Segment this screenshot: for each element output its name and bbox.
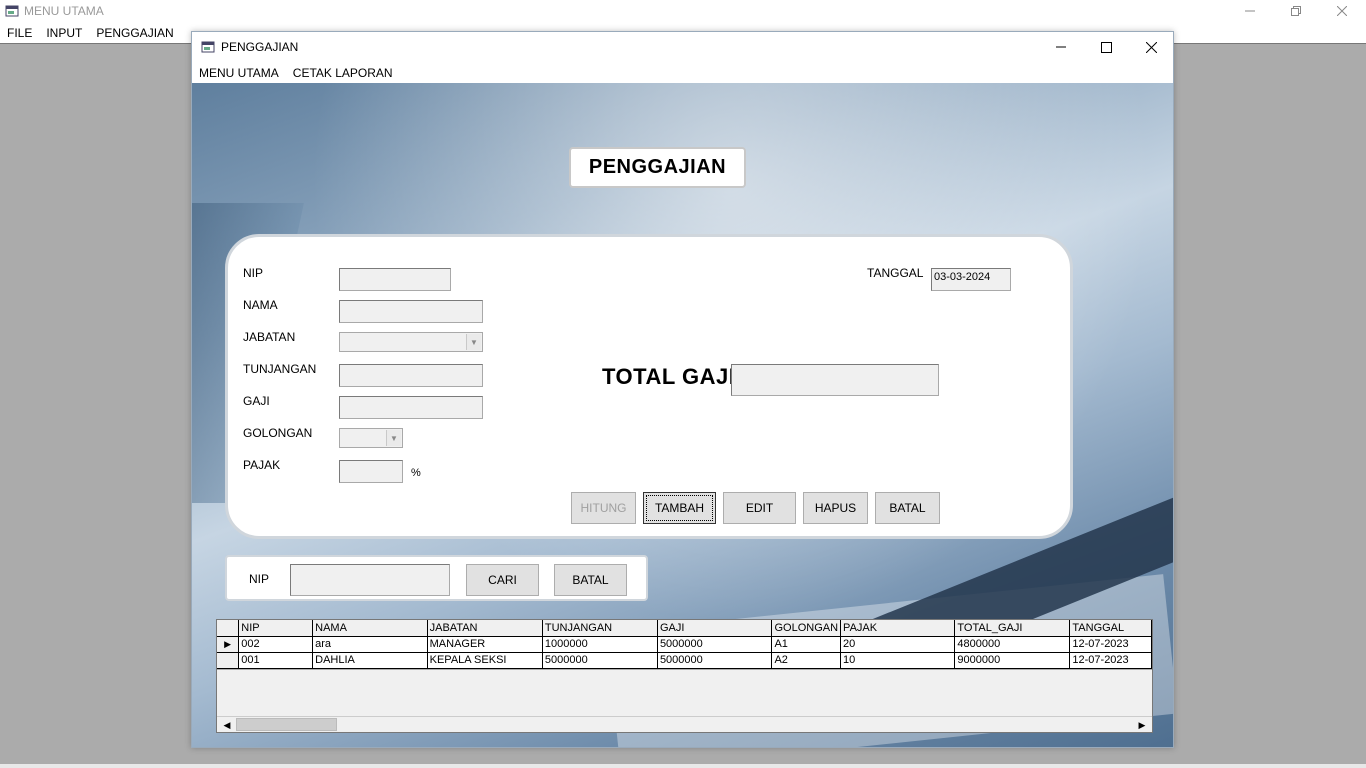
nama-label: NAMA (243, 298, 278, 312)
grid-corner (217, 620, 240, 637)
payroll-data-grid[interactable]: NIP NAMA JABATAN TUNJANGAN GAJI GOLONGAN… (216, 619, 1153, 733)
tambah-button[interactable]: TAMBAH (643, 492, 716, 524)
tanggal-label: TANGGAL (867, 266, 924, 280)
chevron-down-icon[interactable]: ▼ (466, 334, 481, 350)
cell-golongan[interactable]: A1 (771, 636, 842, 653)
page-title: PENGGAJIAN (569, 147, 746, 188)
child-maximize-button[interactable] (1083, 32, 1129, 62)
outer-minimize-button[interactable] (1227, 0, 1273, 22)
table-row[interactable]: 001 DAHLIA KEPALA SEKSI 5000000 5000000 … (217, 652, 1152, 669)
menu-cetak-laporan[interactable]: CETAK LAPORAN (286, 66, 400, 80)
column-header-gaji[interactable]: GAJI (657, 620, 773, 637)
child-close-button[interactable] (1128, 32, 1174, 62)
search-panel: NIP CARI BATAL (225, 555, 648, 601)
gaji-label: GAJI (243, 394, 270, 408)
chevron-down-icon[interactable]: ▼ (386, 430, 401, 446)
percent-label: % (411, 467, 421, 479)
payroll-form-panel: NIP NAMA JABATAN ▼ TUNJANGAN GAJI GOLONG… (225, 234, 1073, 539)
column-header-golongan[interactable]: GOLONGAN (771, 620, 842, 637)
column-header-total-gaji[interactable]: TOTAL_GAJI (954, 620, 1071, 637)
search-nip-label: NIP (249, 572, 270, 586)
app-window-icon (201, 41, 215, 53)
cell-pajak[interactable]: 10 (840, 652, 956, 669)
menu-penggajian[interactable]: PENGGAJIAN (89, 26, 180, 40)
close-icon (1337, 6, 1347, 16)
row-selector[interactable] (217, 652, 240, 669)
app-window-icon (5, 5, 19, 17)
cell-total-gaji[interactable]: 9000000 (954, 652, 1071, 669)
menu-file[interactable]: FILE (0, 26, 39, 40)
child-minimize-button[interactable] (1038, 32, 1084, 62)
edit-button[interactable]: EDIT (723, 492, 796, 524)
scroll-right-icon[interactable]: ▶ (1134, 717, 1150, 732)
tunjangan-label: TUNJANGAN (243, 362, 317, 376)
child-window-title: PENGGAJIAN (221, 40, 299, 54)
menu-input[interactable]: INPUT (39, 26, 89, 40)
nip-field[interactable] (339, 268, 451, 291)
minimize-icon (1056, 46, 1066, 48)
horizontal-scrollbar[interactable]: ◀ ▶ (217, 716, 1152, 732)
maximize-icon (1100, 41, 1112, 53)
total-gaji-field[interactable] (731, 364, 939, 396)
scrollbar-thumb[interactable] (236, 718, 337, 731)
column-header-tunjangan[interactable]: TUNJANGAN (542, 620, 658, 637)
cell-tunjangan[interactable]: 5000000 (542, 652, 658, 669)
cell-pajak[interactable]: 20 (840, 636, 956, 653)
scroll-left-icon[interactable]: ◀ (219, 717, 235, 732)
nip-label: NIP (243, 266, 264, 280)
child-title-bar: PENGGAJIAN (192, 32, 1173, 62)
cell-nip[interactable]: 002 (238, 636, 314, 653)
child-menu-bar: MENU UTAMA CETAK LAPORAN (192, 62, 1173, 83)
golongan-label: GOLONGAN (243, 426, 313, 440)
column-header-nip[interactable]: NIP (238, 620, 314, 637)
jabatan-label: JABATAN (243, 330, 296, 344)
cell-tanggal[interactable]: 12-07-2023 (1069, 652, 1152, 669)
hapus-button[interactable]: HAPUS (803, 492, 868, 524)
golongan-select[interactable]: ▼ (339, 428, 403, 448)
minimize-icon (1245, 10, 1255, 12)
grid-table: NIP NAMA JABATAN TUNJANGAN GAJI GOLONGAN… (217, 620, 1152, 669)
total-gaji-label: TOTAL GAJI (602, 364, 736, 389)
batal-button[interactable]: BATAL (875, 492, 940, 524)
outer-title-bar: MENU UTAMA (0, 0, 1366, 22)
cell-nama[interactable]: ara (312, 636, 428, 653)
pajak-label: PAJAK (243, 458, 281, 472)
pajak-field[interactable] (339, 460, 403, 483)
hitung-button[interactable]: HITUNG (571, 492, 636, 524)
outer-window-title: MENU UTAMA (24, 4, 104, 18)
cari-button[interactable]: CARI (466, 564, 539, 596)
outer-restore-button[interactable] (1273, 0, 1319, 22)
cell-gaji[interactable]: 5000000 (657, 636, 773, 653)
nama-field[interactable] (339, 300, 483, 323)
grid-header-row: NIP NAMA JABATAN TUNJANGAN GAJI GOLONGAN… (217, 620, 1152, 637)
cell-nama[interactable]: DAHLIA (312, 652, 428, 669)
column-header-pajak[interactable]: PAJAK (840, 620, 956, 637)
cell-tunjangan[interactable]: 1000000 (542, 636, 658, 653)
cell-jabatan[interactable]: KEPALA SEKSI (427, 652, 543, 669)
tanggal-field[interactable]: 03-03-2024 (931, 268, 1011, 291)
row-pointer-icon[interactable]: ▶ (217, 636, 240, 653)
menu-menu-utama[interactable]: MENU UTAMA (192, 66, 286, 80)
tunjangan-field[interactable] (339, 364, 483, 387)
cell-jabatan[interactable]: MANAGER (427, 636, 543, 653)
cell-nip[interactable]: 001 (238, 652, 314, 669)
restore-icon (1291, 6, 1301, 16)
cell-total-gaji[interactable]: 4800000 (954, 636, 1071, 653)
close-icon (1145, 41, 1157, 53)
search-nip-input[interactable] (290, 564, 450, 596)
gaji-field[interactable] (339, 396, 483, 419)
penggajian-window: PENGGAJIAN MENU UTAMA CETAK LAPORAN PENG… (191, 31, 1174, 748)
cell-gaji[interactable]: 5000000 (657, 652, 773, 669)
cell-tanggal[interactable]: 12-07-2023 (1069, 636, 1152, 653)
cell-golongan[interactable]: A2 (771, 652, 842, 669)
column-header-nama[interactable]: NAMA (312, 620, 428, 637)
outer-close-button[interactable] (1319, 0, 1365, 22)
jabatan-select[interactable]: ▼ (339, 332, 483, 352)
bottom-strip (0, 764, 1366, 768)
search-batal-button[interactable]: BATAL (554, 564, 627, 596)
column-header-jabatan[interactable]: JABATAN (427, 620, 543, 637)
table-row[interactable]: ▶ 002 ara MANAGER 1000000 5000000 A1 20 … (217, 636, 1152, 653)
form-background: PENGGAJIAN NIP NAMA JABATAN ▼ TUNJANGAN … (192, 83, 1173, 747)
column-header-tanggal[interactable]: TANGGAL (1069, 620, 1152, 637)
